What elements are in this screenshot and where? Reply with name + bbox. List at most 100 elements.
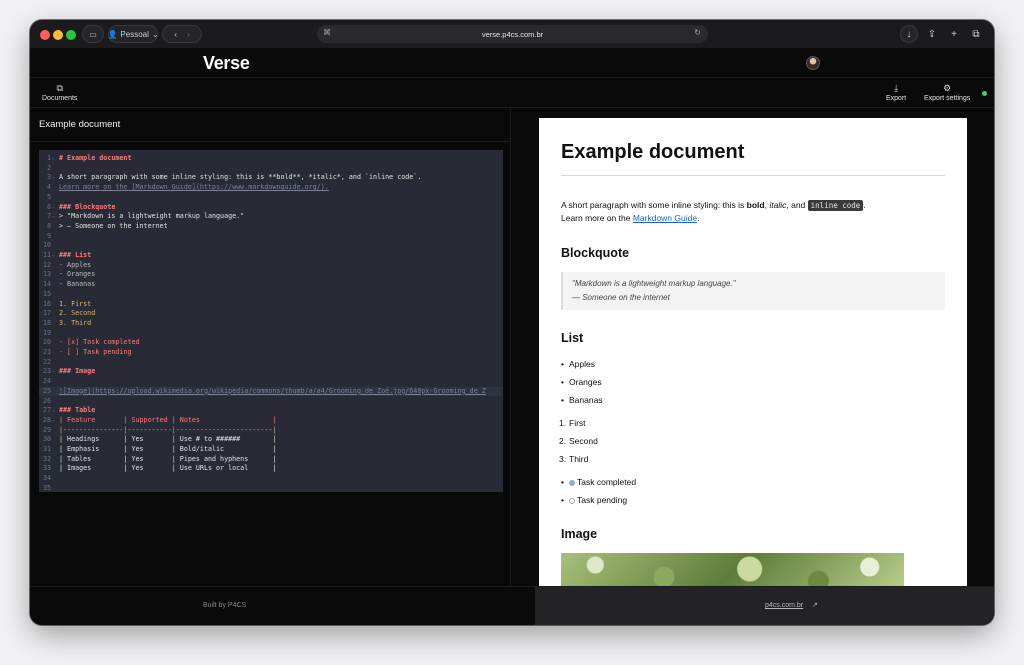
share-icon[interactable]: ⇪ xyxy=(924,25,940,43)
editor-line[interactable]: 13 - Oranges xyxy=(39,270,503,280)
fold-chevron-icon[interactable]: ⌄ xyxy=(52,416,55,426)
editor-line[interactable]: 18 3. Third xyxy=(39,319,503,329)
app-header: Verse xyxy=(30,48,994,78)
fold-chevron-icon[interactable]: ⌄ xyxy=(52,203,55,213)
fold-chevron-icon[interactable]: ⌄ xyxy=(52,212,55,222)
editor-line[interactable]: 11 ⌄ ### List xyxy=(39,251,503,261)
editor-line[interactable]: 24 xyxy=(39,377,503,387)
line-number: 12 xyxy=(42,260,51,269)
editor-line[interactable]: 21 - [ ] Task pending xyxy=(39,348,503,358)
checkbox-unchecked[interactable] xyxy=(569,497,575,504)
blockquote-heading: Blockquote xyxy=(561,246,630,260)
avatar[interactable] xyxy=(806,56,820,70)
editor-line[interactable]: 8 > — Someone on the internet xyxy=(39,222,503,232)
preview-learn-more: Learn more on the Markdown Guide. xyxy=(561,212,699,225)
line-number: 32 xyxy=(42,454,51,463)
new-tab-icon[interactable]: + xyxy=(946,25,962,43)
download-icon[interactable]: ↓ xyxy=(900,25,918,43)
line-number: 3 xyxy=(46,173,51,182)
editor-line[interactable]: 6 ⌄ ### Blockquote xyxy=(39,203,503,213)
code-text: ### Blockquote xyxy=(59,202,116,211)
address-bar[interactable]: ⌘ verse.p4cs.com.br ↻ xyxy=(317,25,708,43)
editor-pane: Example document 1 ⌄ # Example document 2 3 ⌄… xyxy=(30,108,511,586)
zoom-window-button[interactable] xyxy=(66,30,76,40)
profile-button[interactable]: 👤 Pessoal ⌄ xyxy=(107,25,159,43)
footer: Built by P4CS p4cs.com.br ↗ xyxy=(30,586,994,625)
editor-line[interactable]: 7 ⌄ > "Markdown is a lightweight markup la… xyxy=(39,212,503,222)
profile-label: Pessoal xyxy=(120,29,149,39)
blockquote: "Markdown is a lightweight markup langua… xyxy=(561,272,945,310)
task-label: Task pending xyxy=(577,495,628,505)
navigation-buttons: ‹ › xyxy=(162,25,202,43)
editor-line[interactable]: 27 ⌄ ### Table xyxy=(39,406,503,416)
task-item-completed: • Task completed xyxy=(561,477,637,487)
editor-line[interactable]: 17 2. Second xyxy=(39,309,503,319)
checkbox-checked[interactable] xyxy=(569,479,575,486)
document-title[interactable]: Example document xyxy=(39,119,120,130)
editor-line[interactable]: 2 xyxy=(39,164,503,174)
editor-line[interactable]: 28 ⌄ | Feature | Supported | Notes | xyxy=(39,416,503,426)
line-number: 7 xyxy=(46,212,51,221)
list-item: • Oranges xyxy=(561,377,602,387)
code-text: > — Someone on the internet xyxy=(59,221,168,230)
fold-chevron-icon[interactable]: ⌄ xyxy=(52,251,55,261)
editor-line[interactable]: 5 xyxy=(39,193,503,203)
editor-line[interactable]: 34 xyxy=(39,474,503,484)
minimize-window-button[interactable] xyxy=(53,30,63,40)
documents-label: Documents xyxy=(42,95,78,102)
reload-icon[interactable]: ↻ xyxy=(694,28,701,37)
brand-logo[interactable]: Verse xyxy=(203,53,250,74)
editor-line[interactable]: 35 xyxy=(39,484,503,492)
editor-line[interactable]: 32 | Tables | Yes | Pipes and hyphens | xyxy=(39,455,503,465)
editor-line[interactable]: 14 - Bananas xyxy=(39,280,503,290)
editor-line[interactable]: 16 1. First xyxy=(39,300,503,310)
fold-chevron-icon[interactable]: ⌄ xyxy=(52,154,55,164)
paragraph-text: . xyxy=(697,213,700,223)
sidebar-toggle-button[interactable]: ▭ xyxy=(82,25,104,43)
code-text: - [ ] Task pending xyxy=(59,348,132,356)
editor-line[interactable]: 10 xyxy=(39,241,503,251)
editor-line[interactable]: 30 | Headings | Yes | Use # to ###### | xyxy=(39,435,503,445)
code-text: ### Table xyxy=(59,406,96,415)
editor-line[interactable]: 15 xyxy=(39,290,503,300)
line-number: 6 xyxy=(46,202,51,211)
editor-line[interactable]: 20 - [x] Task completed xyxy=(39,338,503,348)
editor-line[interactable]: 33 | Images | Yes | Use URLs or local | xyxy=(39,464,503,474)
preview-pane: Example document A short paragraph with … xyxy=(511,108,994,588)
editor-line[interactable]: 4 Learn more on the [Markdown Guide](http… xyxy=(39,183,503,193)
browser-window: ▭ 👤 Pessoal ⌄ ‹ › ⌘ verse.p4cs.com.br ↻ … xyxy=(30,20,994,625)
editor-line[interactable]: 25 ![Image](https://upload.wikimedia.org/… xyxy=(39,386,503,397)
line-number: 23 xyxy=(42,367,51,376)
page-menu-icon[interactable]: ⌘ xyxy=(323,28,331,37)
line-number: 27 xyxy=(42,406,51,415)
line-number: 17 xyxy=(42,309,51,318)
markdown-editor[interactable]: 1 ⌄ # Example document 2 3 ⌄ A short paragraph… xyxy=(39,150,503,492)
documents-button[interactable]: ⧉ Documents xyxy=(42,83,77,102)
export-button[interactable]: ⤓ Export xyxy=(886,83,906,102)
editor-line[interactable]: 12 - Apples xyxy=(39,261,503,271)
back-icon[interactable]: ‹ xyxy=(174,30,177,39)
list-item: • Apples xyxy=(561,359,595,369)
line-number: 1 xyxy=(46,154,51,162)
editor-line[interactable]: 19 xyxy=(39,329,503,339)
editor-line[interactable]: 22 xyxy=(39,358,503,368)
editor-line[interactable]: 31 | Emphasis | Yes | Bold/italic | xyxy=(39,445,503,455)
fold-chevron-icon[interactable]: ⌄ xyxy=(52,173,55,183)
editor-line[interactable]: 9 xyxy=(39,232,503,242)
close-window-button[interactable] xyxy=(40,30,50,40)
editor-line[interactable]: 29 |---------------|-----------|---------… xyxy=(39,426,503,436)
list-item-label: First xyxy=(569,418,586,428)
paragraph-text: Learn more on the xyxy=(561,213,633,223)
export-settings-button[interactable]: ⚙ Export settings xyxy=(924,83,970,102)
editor-line[interactable]: 23 ⌄ ### Image xyxy=(39,367,503,377)
fold-chevron-icon[interactable]: ⌄ xyxy=(52,406,55,416)
editor-line[interactable]: 1 ⌄ # Example document xyxy=(39,154,503,164)
fold-chevron-icon[interactable]: ⌄ xyxy=(52,367,55,377)
editor-line[interactable]: 26 xyxy=(39,397,503,407)
editor-line[interactable]: 3 ⌄ A short paragraph with some inline sty… xyxy=(39,173,503,183)
tab-overview-icon[interactable]: ⧉ xyxy=(968,25,984,43)
site-link[interactable]: p4cs.com.br xyxy=(765,602,803,609)
forward-icon[interactable]: › xyxy=(187,30,190,39)
line-number: 9 xyxy=(46,231,51,240)
markdown-guide-link[interactable]: Markdown Guide xyxy=(633,213,697,223)
